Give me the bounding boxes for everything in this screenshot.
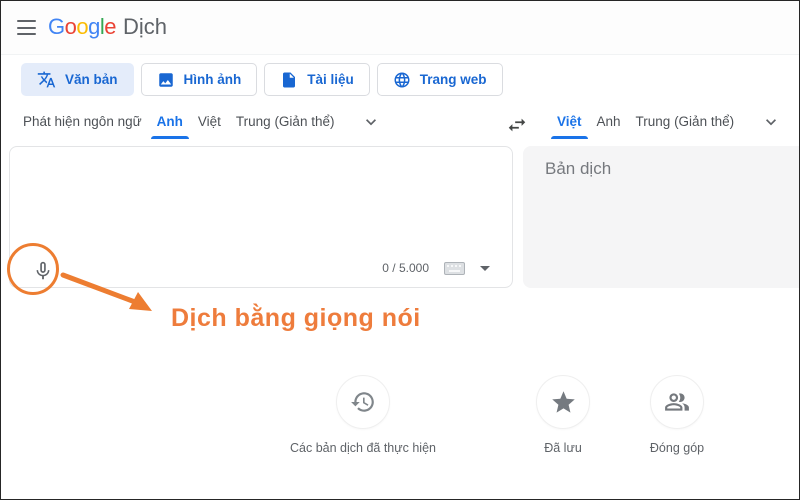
input-tools-caret-icon[interactable]: [480, 266, 490, 271]
hamburger-menu-icon[interactable]: [17, 20, 36, 35]
source-lang-chinese[interactable]: Trung (Giản thể): [236, 110, 335, 139]
target-lang-english[interactable]: Anh: [597, 110, 621, 139]
tab-image[interactable]: Hình ảnh: [141, 63, 258, 96]
language-bar: Phát hiện ngôn ngữ Anh Việt Trung (Giản …: [1, 110, 799, 142]
image-icon: [157, 71, 175, 89]
source-language-group: Phát hiện ngôn ngữ Anh Việt Trung (Giản …: [23, 110, 381, 139]
tab-document[interactable]: Tài liệu: [264, 63, 370, 96]
keyboard-icon: [444, 262, 465, 275]
logo-letter: e: [104, 14, 116, 40]
logo-letter: o: [76, 14, 88, 40]
logo-letter: g: [88, 14, 100, 40]
target-language-group: Việt Anh Trung (Giản thể): [557, 110, 781, 139]
microphone-icon: [32, 260, 54, 282]
contribute-button[interactable]: Đóng góp: [607, 375, 747, 455]
microphone-button[interactable]: [32, 260, 54, 282]
tab-website[interactable]: Trang web: [377, 63, 503, 96]
history-circle[interactable]: [336, 375, 390, 429]
saved-circle[interactable]: [536, 375, 590, 429]
keyboard-input-tools-button[interactable]: [444, 262, 465, 275]
contribute-label: Đóng góp: [650, 441, 704, 455]
source-lang-english[interactable]: Anh: [157, 110, 183, 139]
target-more-languages-button[interactable]: [761, 112, 781, 138]
history-button[interactable]: Các bản dịch đã thực hiện: [243, 375, 483, 455]
source-more-languages-button[interactable]: [361, 112, 381, 138]
character-counter: 0 / 5.000: [382, 261, 429, 275]
source-text-area[interactable]: 0 / 5.000: [9, 146, 513, 288]
mode-tabs: Văn bản Hình ảnh Tài liệu Trang web: [21, 63, 503, 96]
translate-icon: [37, 70, 56, 89]
saved-button[interactable]: Đã lưu: [503, 375, 623, 455]
logo-letter: G: [48, 14, 65, 40]
translation-output-area: Bản dịch: [523, 146, 800, 288]
input-toolbar: 0 / 5.000: [382, 261, 490, 275]
contribute-circle[interactable]: [650, 375, 704, 429]
chevron-down-icon: [361, 112, 381, 132]
source-lang-vietnamese[interactable]: Việt: [198, 110, 221, 139]
saved-label: Đã lưu: [544, 441, 582, 455]
target-lang-vietnamese[interactable]: Việt: [557, 110, 582, 139]
tab-label: Hình ảnh: [184, 72, 242, 87]
output-placeholder: Bản dịch: [545, 159, 611, 179]
history-label: Các bản dịch đã thực hiện: [290, 441, 436, 455]
chevron-down-icon: [761, 112, 781, 132]
tab-label: Trang web: [420, 72, 487, 87]
tab-label: Tài liệu: [307, 72, 354, 87]
source-lang-detect[interactable]: Phát hiện ngôn ngữ: [23, 110, 142, 139]
tab-text[interactable]: Văn bản: [21, 63, 134, 96]
web-globe-icon: [393, 71, 411, 89]
swap-arrows-icon: [506, 114, 528, 136]
product-name: Dịch: [123, 14, 167, 40]
swap-languages-button[interactable]: [506, 114, 528, 139]
target-lang-chinese[interactable]: Trung (Giản thể): [636, 110, 735, 139]
tab-label: Văn bản: [65, 72, 118, 87]
people-icon: [664, 389, 690, 415]
google-logo[interactable]: Google Dịch: [48, 14, 167, 40]
annotation-label: Dịch bằng giọng nói: [171, 304, 421, 333]
google-translate-page: Google Dịch Văn bản Hình ảnh Tài liệu Tr…: [0, 0, 800, 500]
app-header: Google Dịch: [1, 1, 799, 55]
logo-letter: o: [65, 14, 77, 40]
history-icon: [350, 389, 376, 415]
star-icon: [550, 389, 577, 416]
document-icon: [280, 71, 298, 89]
